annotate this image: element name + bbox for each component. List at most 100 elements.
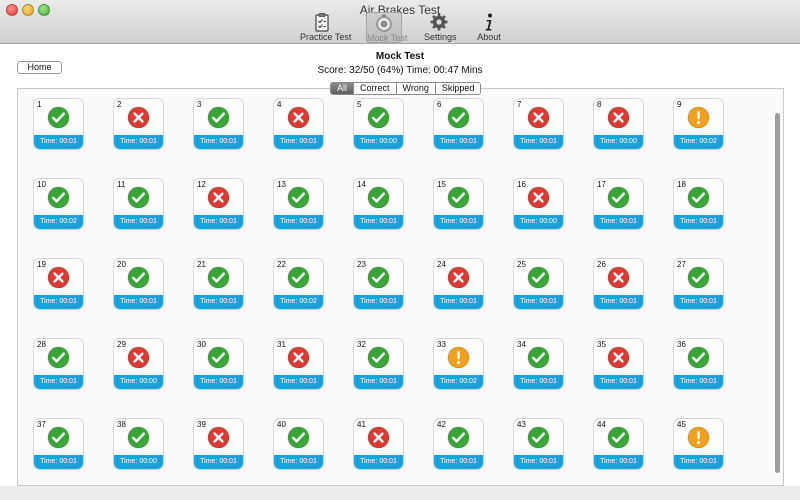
- title-bar: Air Brakes Test Practice Test Mock Test: [0, 0, 800, 44]
- question-card[interactable]: 8 Time: 00:00: [593, 98, 644, 150]
- skipped-exclamation-icon: [447, 346, 470, 369]
- question-time: Time: 00:01: [354, 455, 403, 469]
- filter-all[interactable]: All: [331, 83, 355, 94]
- question-card[interactable]: 15 Time: 00:01: [433, 178, 484, 230]
- question-card[interactable]: 36 Time: 00:01: [673, 338, 724, 390]
- question-card[interactable]: 38 Time: 00:00: [113, 418, 164, 470]
- scrollbar-thumb[interactable]: [775, 113, 780, 473]
- question-card[interactable]: 18 Time: 00:01: [673, 178, 724, 230]
- question-number: 29: [117, 340, 126, 349]
- correct-check-icon: [527, 346, 550, 369]
- question-number: 23: [357, 260, 366, 269]
- filter-wrong[interactable]: Wrong: [397, 83, 436, 94]
- question-card[interactable]: 3 Time: 00:01: [193, 98, 244, 150]
- filter-skipped[interactable]: Skipped: [436, 83, 481, 94]
- question-card[interactable]: 9 Time: 00:02: [673, 98, 724, 150]
- question-card[interactable]: 13 Time: 00:01: [273, 178, 324, 230]
- question-card[interactable]: 4 Time: 00:01: [273, 98, 324, 150]
- question-number: 43: [517, 420, 526, 429]
- question-card[interactable]: 16 Time: 00:00: [513, 178, 564, 230]
- toolbar-settings[interactable]: Settings: [424, 12, 457, 43]
- wrong-cross-icon: [527, 186, 550, 209]
- question-card[interactable]: 12 Time: 00:01: [193, 178, 244, 230]
- question-card[interactable]: 22 Time: 00:02: [273, 258, 324, 310]
- question-card[interactable]: 32 Time: 00:01: [353, 338, 404, 390]
- question-card[interactable]: 25 Time: 00:01: [513, 258, 564, 310]
- question-time: Time: 00:01: [594, 295, 643, 309]
- skipped-exclamation-icon: [687, 426, 710, 449]
- wrong-cross-icon: [607, 106, 630, 129]
- question-card[interactable]: 28 Time: 00:01: [33, 338, 84, 390]
- correct-check-icon: [367, 106, 390, 129]
- question-card[interactable]: 37 Time: 00:01: [33, 418, 84, 470]
- toolbar-mock-test[interactable]: Mock Test: [366, 12, 407, 43]
- question-card[interactable]: 21 Time: 00:01: [193, 258, 244, 310]
- toolbar-practice-test[interactable]: Practice Test: [300, 12, 351, 43]
- question-time: Time: 00:01: [194, 295, 243, 309]
- question-card[interactable]: 42 Time: 00:01: [433, 418, 484, 470]
- filter-correct[interactable]: Correct: [354, 83, 397, 94]
- question-time: Time: 00:01: [594, 375, 643, 389]
- question-card[interactable]: 17 Time: 00:01: [593, 178, 644, 230]
- question-card[interactable]: 44 Time: 00:01: [593, 418, 644, 470]
- question-card[interactable]: 23 Time: 00:01: [353, 258, 404, 310]
- question-card[interactable]: 14 Time: 00:01: [353, 178, 404, 230]
- question-time: Time: 00:01: [514, 135, 563, 149]
- question-time: Time: 00:01: [354, 215, 403, 229]
- question-card[interactable]: 35 Time: 00:01: [593, 338, 644, 390]
- correct-check-icon: [447, 426, 470, 449]
- question-card[interactable]: 24 Time: 00:01: [433, 258, 484, 310]
- wrong-cross-icon: [127, 346, 150, 369]
- question-card[interactable]: 6 Time: 00:01: [433, 98, 484, 150]
- question-number: 33: [437, 340, 446, 349]
- question-card[interactable]: 29 Time: 00:00: [113, 338, 164, 390]
- question-card[interactable]: 20 Time: 00:01: [113, 258, 164, 310]
- correct-check-icon: [447, 106, 470, 129]
- question-number: 39: [197, 420, 206, 429]
- question-card[interactable]: 5 Time: 00:00: [353, 98, 404, 150]
- correct-check-icon: [687, 266, 710, 289]
- gear-icon: [430, 13, 448, 31]
- question-card[interactable]: 19 Time: 00:01: [33, 258, 84, 310]
- correct-check-icon: [127, 186, 150, 209]
- question-number: 18: [677, 180, 686, 189]
- score-summary: Score: 32/50 (64%) Time: 00:47 Mins: [317, 65, 483, 76]
- question-card[interactable]: 27 Time: 00:01: [673, 258, 724, 310]
- question-card[interactable]: 34 Time: 00:01: [513, 338, 564, 390]
- question-card[interactable]: 1 Time: 00:01: [33, 98, 84, 150]
- question-number: 37: [37, 420, 46, 429]
- question-card[interactable]: 40 Time: 00:01: [273, 418, 324, 470]
- toolbar-about[interactable]: About: [476, 12, 502, 43]
- question-number: 44: [597, 420, 606, 429]
- question-number: 7: [517, 100, 522, 109]
- question-card[interactable]: 39 Time: 00:01: [193, 418, 244, 470]
- correct-check-icon: [367, 186, 390, 209]
- question-card[interactable]: 30 Time: 00:01: [193, 338, 244, 390]
- question-card[interactable]: 45 Time: 00:01: [673, 418, 724, 470]
- question-number: 40: [277, 420, 286, 429]
- question-number: 15: [437, 180, 446, 189]
- question-time: Time: 00:01: [34, 375, 83, 389]
- question-card[interactable]: 10 Time: 00:02: [33, 178, 84, 230]
- question-card[interactable]: 31 Time: 00:01: [273, 338, 324, 390]
- question-card[interactable]: 2 Time: 00:01: [113, 98, 164, 150]
- correct-check-icon: [47, 346, 70, 369]
- correct-check-icon: [207, 266, 230, 289]
- question-time: Time: 00:01: [514, 375, 563, 389]
- question-time: Time: 00:01: [514, 295, 563, 309]
- question-time: Time: 00:01: [434, 135, 483, 149]
- question-card[interactable]: 43 Time: 00:01: [513, 418, 564, 470]
- question-number: 31: [277, 340, 286, 349]
- results-grid: 45 Time: 00:01 44 Time: 00:01 43 Time: 00:01 4…: [17, 88, 784, 486]
- question-card[interactable]: 7 Time: 00:01: [513, 98, 564, 150]
- question-card[interactable]: 33 Time: 00:02: [433, 338, 484, 390]
- correct-check-icon: [527, 426, 550, 449]
- question-time: Time: 00:00: [514, 215, 563, 229]
- question-number: 17: [597, 180, 606, 189]
- info-icon: [485, 13, 492, 31]
- wrong-cross-icon: [287, 106, 310, 129]
- question-card[interactable]: 41 Time: 00:01: [353, 418, 404, 470]
- question-number: 10: [37, 180, 46, 189]
- question-card[interactable]: 26 Time: 00:01: [593, 258, 644, 310]
- question-card[interactable]: 11 Time: 00:01: [113, 178, 164, 230]
